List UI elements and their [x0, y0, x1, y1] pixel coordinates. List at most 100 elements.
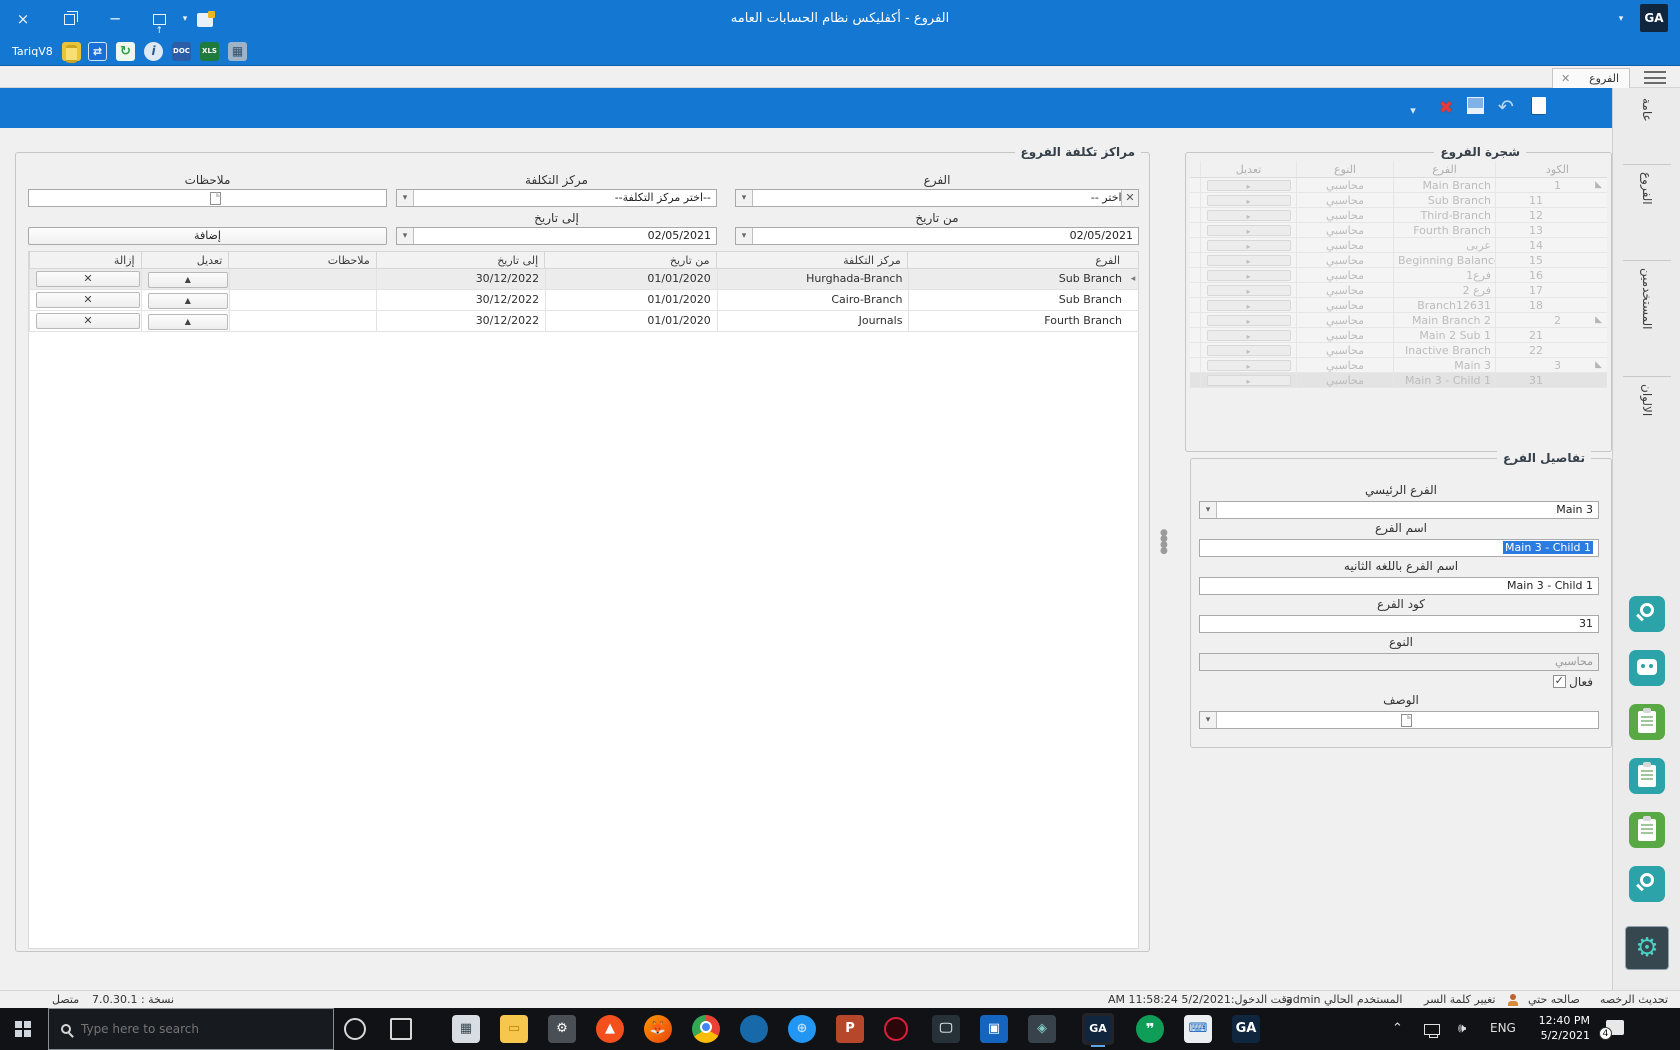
report-clipboard-icon[interactable] — [1629, 704, 1665, 740]
close-tab-icon[interactable]: ✕ — [1561, 72, 1570, 85]
tree-row[interactable]: محاسبيThird-Branch12 — [1190, 208, 1607, 223]
cost-row[interactable]: ✕ ▲ 30/12/2022 01/01/2020 Journals Fourt… — [29, 311, 1138, 332]
taskbar-search[interactable] — [48, 1008, 334, 1050]
settings-app-icon[interactable]: ⚙ — [548, 1015, 576, 1043]
update-license-link[interactable]: تحديث الرخصه — [1600, 993, 1668, 1006]
undo-icon[interactable]: ↶ — [1495, 97, 1517, 119]
tree-row[interactable]: محاسبيBranch1263118 — [1190, 298, 1607, 313]
action-center-icon[interactable]: 4 — [1606, 1020, 1624, 1035]
delete-icon[interactable]: ✖ — [1435, 97, 1457, 119]
row-edit-button[interactable] — [1207, 240, 1291, 251]
dev-app-icon[interactable]: ◈ — [1028, 1015, 1056, 1043]
file-explorer-icon[interactable]: ▭ — [500, 1015, 528, 1043]
cost-row-selected[interactable]: ✕ ▲ 30/12/2022 01/01/2020 Hurghada-Branc… — [29, 269, 1138, 290]
remote-support-icon[interactable] — [88, 42, 107, 61]
cost-notes-input[interactable] — [28, 189, 387, 207]
assistant-robot-icon[interactable] — [1629, 650, 1665, 686]
chevron-down-icon[interactable]: ▾ — [397, 228, 414, 244]
row-edit-button[interactable] — [1207, 210, 1291, 221]
new-record-icon[interactable] — [1528, 97, 1550, 119]
opera-gx-icon[interactable] — [884, 1017, 908, 1041]
edit-row-button[interactable]: ▲ — [148, 293, 228, 309]
row-edit-button[interactable] — [1207, 375, 1291, 386]
save-icon[interactable] — [1464, 97, 1486, 119]
row-edit-button[interactable] — [1207, 255, 1291, 266]
active-checkbox-row[interactable]: فعال — [1553, 675, 1593, 689]
edit-row-button[interactable]: ▲ — [148, 272, 228, 288]
active-checkbox[interactable] — [1553, 675, 1566, 688]
branch-name2-input[interactable]: Main 3 - Child 1 — [1199, 577, 1599, 595]
globe-browser-icon[interactable]: ⊕ — [788, 1015, 816, 1043]
hidden-icons-chevron[interactable]: ⌃ — [1392, 1021, 1403, 1036]
tree-row[interactable]: محاسبيفرع 217 — [1190, 283, 1607, 298]
tree-expander-icon[interactable]: ◣ — [1595, 360, 1602, 371]
row-edit-button[interactable] — [1207, 315, 1291, 326]
edit-row-button[interactable]: ▲ — [148, 314, 228, 330]
tree-row-selected[interactable]: محاسبيMain 3 - Child 131 — [1190, 373, 1607, 388]
search-input[interactable] — [81, 1022, 301, 1036]
row-edit-button[interactable] — [1207, 180, 1291, 191]
taskbar-clock[interactable]: 12:40 PM 5/2/2021 — [1528, 1013, 1590, 1043]
row-edit-button[interactable] — [1207, 360, 1291, 371]
panel-splitter-handle[interactable]: ●●●● — [1160, 530, 1166, 566]
tree-row[interactable]: محاسبيMain 33◣ — [1190, 358, 1607, 373]
side-tab-users[interactable]: المستخدمين — [1613, 268, 1680, 372]
row-edit-button[interactable] — [1207, 225, 1291, 236]
chevron-down-icon[interactable]: ▾ — [397, 190, 414, 206]
office-app-icon[interactable]: P — [836, 1015, 864, 1043]
remote-tool-icon[interactable]: ⌨ — [1184, 1015, 1212, 1043]
export-xls-icon[interactable]: XLS — [200, 42, 219, 61]
zoom-search-icon[interactable] — [1629, 866, 1665, 902]
row-edit-button[interactable] — [1207, 330, 1291, 341]
search-tool-icon[interactable] — [1629, 596, 1665, 632]
remove-row-button[interactable]: ✕ — [36, 292, 140, 308]
chevron-down-icon[interactable]: ▾ — [1200, 712, 1217, 728]
tree-expander-icon[interactable]: ◣ — [1595, 315, 1602, 326]
tree-row[interactable]: محاسبيفرع116 — [1190, 268, 1607, 283]
ga-app-taskbar-icon-2[interactable]: GA — [1232, 1015, 1260, 1043]
row-edit-button[interactable] — [1207, 285, 1291, 296]
info-icon[interactable] — [144, 42, 163, 61]
hangouts-icon[interactable]: ❞ — [1136, 1015, 1164, 1043]
branch-code-input[interactable]: 31 — [1199, 615, 1599, 633]
cost-row[interactable]: ✕ ▲ 30/12/2022 01/01/2020 Cairo-Branch S… — [29, 290, 1138, 311]
language-indicator[interactable]: ENG — [1490, 1021, 1516, 1035]
row-edit-button[interactable] — [1207, 345, 1291, 356]
tree-expander-icon[interactable]: ◣ — [1595, 180, 1602, 191]
menu-hamburger-icon[interactable] — [1644, 71, 1666, 84]
ribbon-collapse-icon[interactable]: ▾ — [1402, 100, 1424, 122]
calculator-app-icon[interactable]: ▦ — [452, 1015, 480, 1043]
side-tab-branches[interactable]: الفروع — [1613, 172, 1680, 258]
tree-row[interactable]: محاسبيMain Branch1◣ — [1190, 178, 1607, 193]
refresh-icon[interactable] — [116, 42, 135, 61]
change-password-link[interactable]: تغيير كلمة السر — [1424, 993, 1496, 1006]
from-date-picker[interactable]: ▾ 02/05/2021 — [735, 227, 1139, 245]
calculator-icon[interactable] — [228, 42, 247, 61]
titlebar-right-chevron-icon[interactable]: ▾ — [1614, 0, 1628, 38]
tab-branches[interactable]: ✕ الفروع — [1552, 68, 1630, 88]
chevron-down-icon[interactable]: ▾ — [1200, 502, 1217, 518]
tree-row[interactable]: محاسبيInactive Branch22 — [1190, 343, 1607, 358]
row-edit-button[interactable] — [1207, 300, 1291, 311]
settings-gear-icon[interactable]: ⚙ — [1625, 926, 1669, 970]
cost-branch-combo[interactable]: ▾ -- اختر -- ✕ — [735, 189, 1139, 207]
media-app-icon[interactable]: ▣ — [980, 1015, 1008, 1043]
database-icon[interactable] — [62, 42, 81, 61]
remove-row-button[interactable]: ✕ — [36, 313, 140, 329]
remove-row-button[interactable]: ✕ — [36, 271, 140, 287]
ga-app-taskbar-icon[interactable]: GA — [1082, 1013, 1114, 1045]
tree-row[interactable]: محاسبيBeginning Balance15 — [1190, 253, 1607, 268]
clear-selection-icon[interactable]: ✕ — [1121, 190, 1138, 206]
cost-center-combo[interactable]: ▾ --اختر مركز التكلفة-- — [396, 189, 717, 207]
parent-branch-combo[interactable]: ▾ Main 3 — [1199, 501, 1599, 519]
export-doc-icon[interactable]: DOC — [172, 42, 191, 61]
tree-row[interactable]: محاسبيFourth Branch13 — [1190, 223, 1607, 238]
row-edit-button[interactable] — [1207, 270, 1291, 281]
thunderbird-icon[interactable] — [740, 1015, 768, 1043]
secure-clipboard-icon[interactable] — [1629, 812, 1665, 848]
side-tab-colors[interactable]: الالوان — [1613, 384, 1680, 464]
cortana-icon[interactable] — [344, 1018, 366, 1040]
firefox-icon[interactable]: 🦊 — [644, 1015, 672, 1043]
to-date-picker[interactable]: ▾ 02/05/2021 — [396, 227, 717, 245]
tree-row[interactable]: محاسبيSub Branch11 — [1190, 193, 1607, 208]
